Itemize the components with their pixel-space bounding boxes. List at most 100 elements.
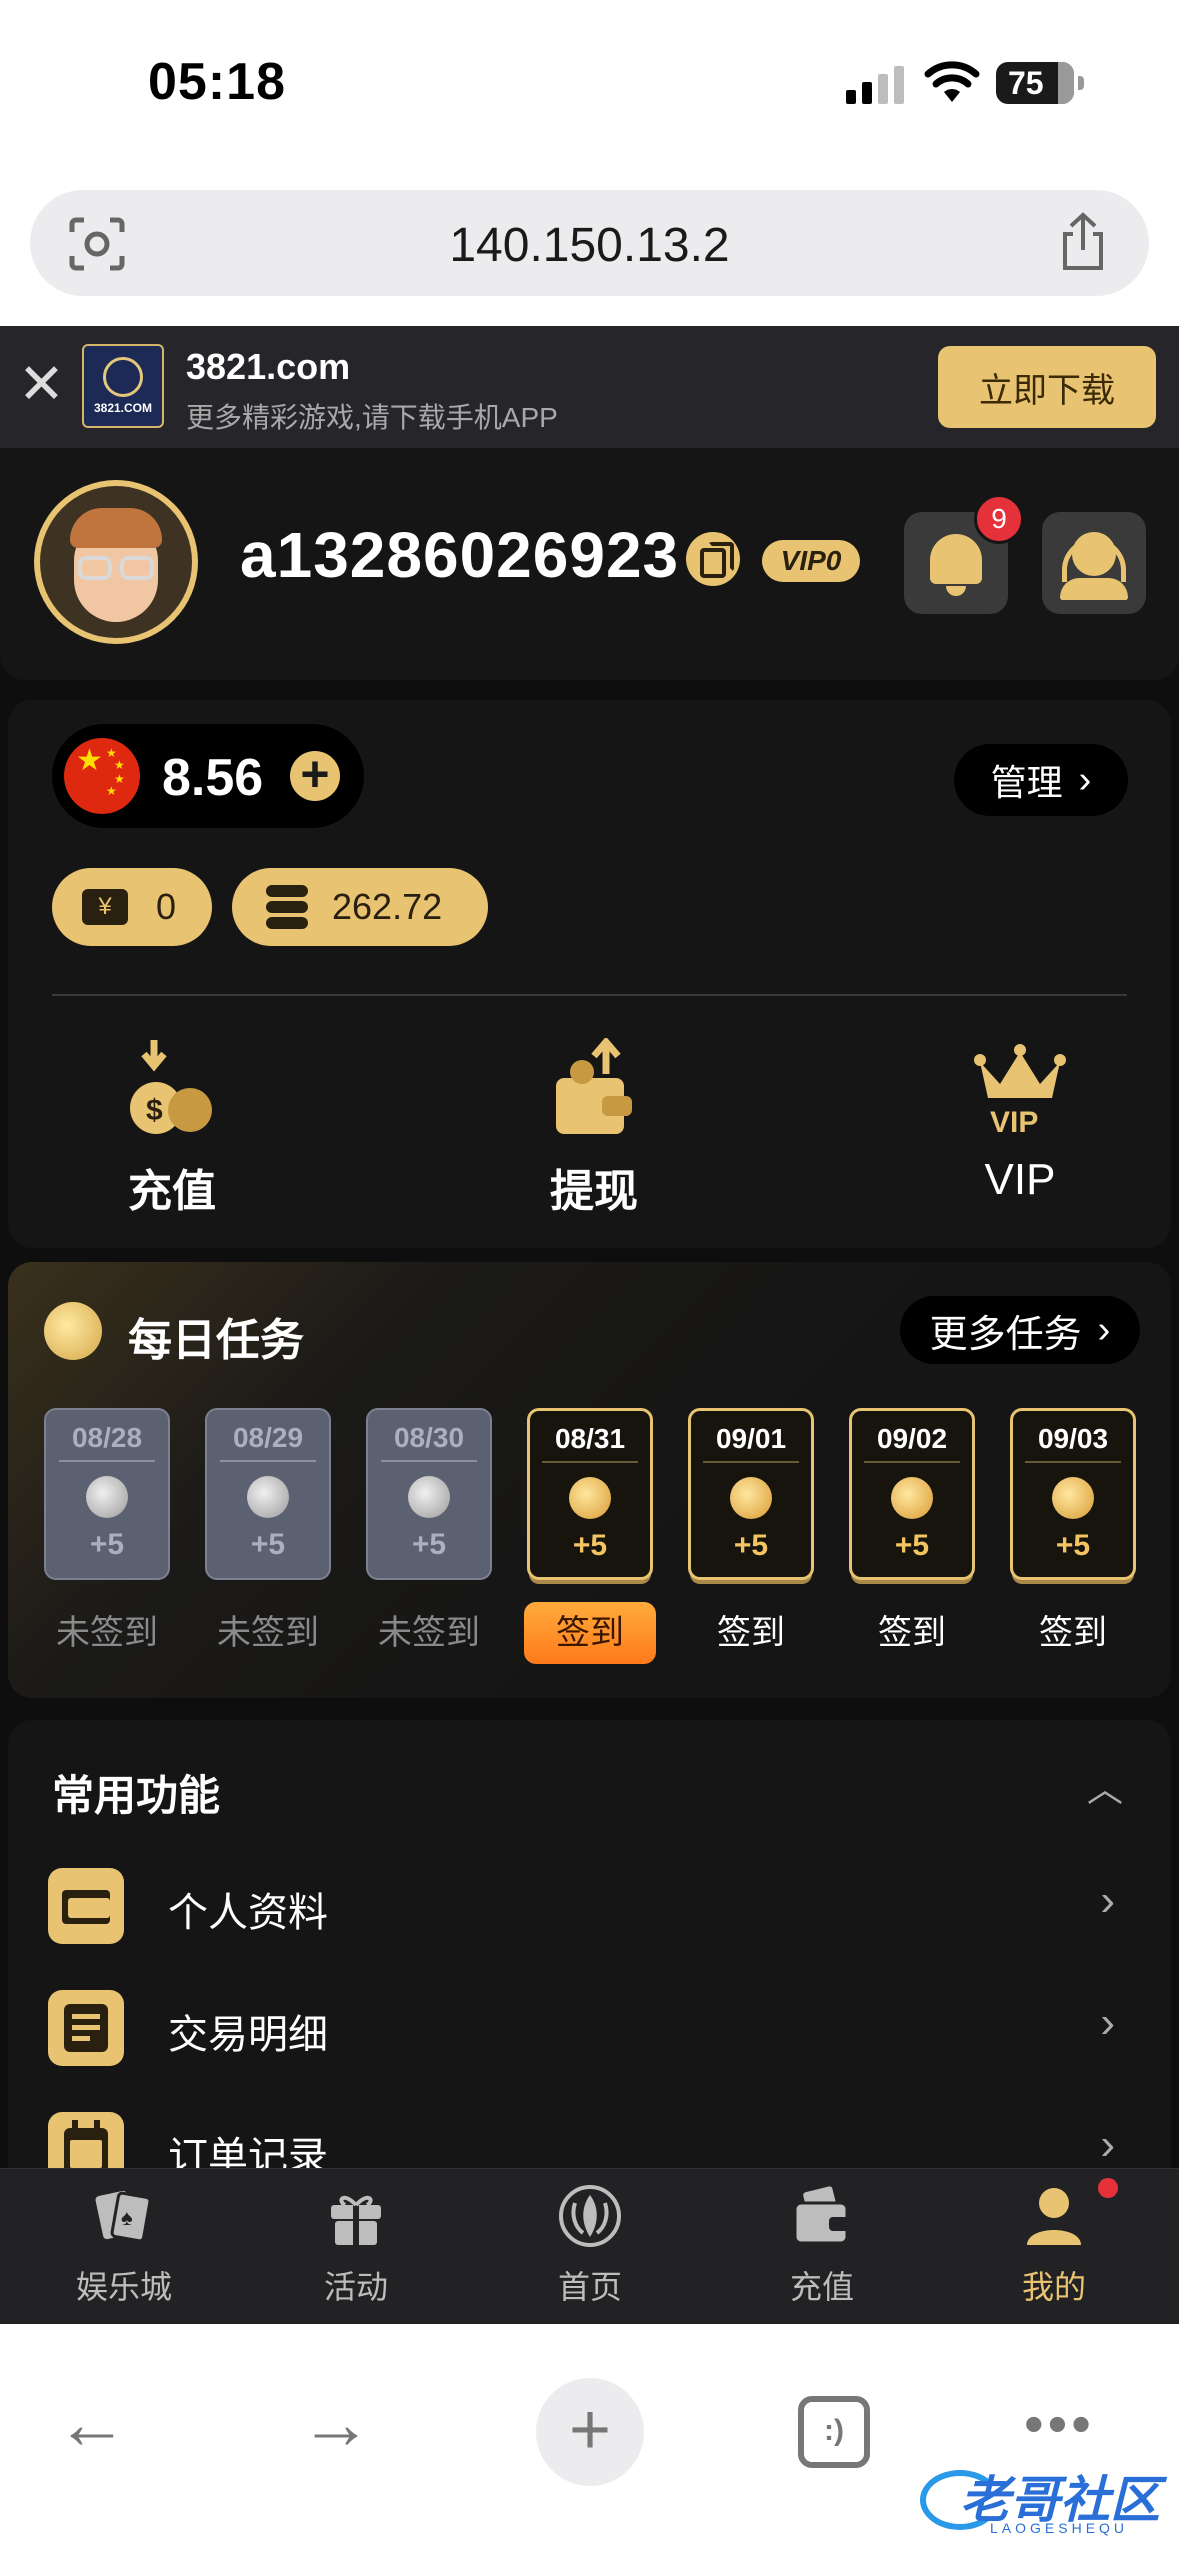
address-bar[interactable]: 140.150.13.2 bbox=[30, 190, 1149, 296]
svg-text:♠: ♠ bbox=[121, 2205, 133, 2230]
share-icon[interactable] bbox=[1057, 212, 1109, 272]
tab-deposit[interactable]: 充值 bbox=[722, 2183, 922, 2313]
coin-icon bbox=[1052, 1477, 1094, 1519]
checkin-day-card: 09/03 +5 bbox=[1010, 1408, 1136, 1580]
copy-icon[interactable] bbox=[686, 532, 740, 586]
battery-icon: 75 bbox=[996, 62, 1074, 104]
watermark-logo: 老哥社区 LAOGESHEQU bbox=[920, 2454, 1170, 2546]
vip-action[interactable]: VIP VIP bbox=[910, 1038, 1130, 1228]
more-tasks-button[interactable]: 更多任务 › bbox=[900, 1296, 1140, 1364]
china-flag-icon[interactable]: ★ ★ ★ ★ ★ bbox=[64, 738, 140, 814]
ticket-balance: 0 bbox=[156, 886, 177, 927]
chevron-up-icon[interactable]: ︿ bbox=[1087, 1760, 1123, 1812]
download-now-button[interactable]: 立即下载 bbox=[938, 346, 1156, 428]
common-functions-card: 常用功能 ︿ 个人资料 › 交易明细 › 订单记录 › bbox=[8, 1720, 1171, 2200]
coin-icon bbox=[569, 1477, 611, 1519]
notification-count-badge: 9 bbox=[974, 494, 1024, 544]
close-icon[interactable]: ✕ bbox=[18, 356, 65, 412]
svg-text:$: $ bbox=[146, 1094, 163, 1127]
checkin-day-card: 09/02 +5 bbox=[849, 1408, 975, 1580]
daily-tasks-title: 每日任务 bbox=[128, 1316, 304, 1365]
app-download-banner: ✕ 3821.COM 3821.com 更多精彩游戏,请下载手机APP 立即下载 bbox=[0, 326, 1179, 448]
wifi-icon bbox=[924, 61, 980, 102]
checkin-status: 未签到 bbox=[378, 1614, 480, 1652]
coin-balance: 262.72 bbox=[332, 886, 443, 927]
coin-stack-icon bbox=[266, 885, 308, 929]
back-arrow-icon[interactable]: ← bbox=[56, 2384, 136, 2484]
vip-label: VIP bbox=[984, 1155, 1056, 1204]
menu-item-profile[interactable]: 个人资料 › bbox=[8, 1850, 1171, 1960]
add-funds-button[interactable]: + bbox=[290, 749, 340, 801]
withdraw-wallet-icon bbox=[556, 1036, 632, 1134]
avatar[interactable] bbox=[34, 480, 198, 644]
checkin-status: 未签到 bbox=[217, 1614, 319, 1652]
bottom-tab-bar: ♠ 娱乐城 活动 首页 充值 我的 bbox=[0, 2168, 1179, 2324]
new-tab-plus-icon[interactable]: + bbox=[536, 2378, 644, 2486]
battery-level: 75 bbox=[1008, 64, 1044, 101]
withdraw-label: 提现 bbox=[550, 1167, 638, 1216]
user-icon bbox=[1027, 2188, 1081, 2245]
coin-sparkle-icon bbox=[44, 1302, 102, 1360]
chevron-right-icon: › bbox=[1078, 758, 1092, 801]
coin-icon bbox=[86, 1476, 128, 1518]
cellular-signal-icon bbox=[846, 64, 904, 104]
profile-header: a13286026923 VIP0 bbox=[0, 448, 1179, 680]
browser-address-area: 140.150.13.2 bbox=[0, 170, 1179, 326]
forward-arrow-icon[interactable]: → bbox=[300, 2384, 380, 2484]
deposit-money-bags-icon: $ bbox=[130, 1040, 212, 1134]
status-bar: 05:18 75 bbox=[0, 0, 1179, 170]
wallet-icon bbox=[793, 2186, 849, 2245]
unread-dot bbox=[1098, 2178, 1118, 2198]
daily-tasks-card: 每日任务 更多任务 › 08/28 +5 08/29 +5 08/30 +5 08… bbox=[8, 1262, 1171, 1698]
chevron-right-icon: › bbox=[1097, 1308, 1111, 1351]
chevron-right-icon: › bbox=[1100, 1998, 1115, 2047]
checkin-day-card: 08/30 +5 bbox=[366, 1408, 492, 1580]
folder-icon bbox=[48, 1868, 124, 1944]
menu-item-transactions[interactable]: 交易明细 › bbox=[8, 1972, 1171, 2082]
ticket-icon: ¥ bbox=[82, 889, 128, 925]
gift-icon bbox=[331, 2195, 381, 2245]
chevron-right-icon: › bbox=[1100, 1876, 1115, 1925]
checkin-status: 签到 bbox=[878, 1614, 946, 1652]
coin-icon bbox=[891, 1477, 933, 1519]
common-functions-title: 常用功能 bbox=[52, 1772, 221, 1819]
checkin-status: 未签到 bbox=[56, 1614, 158, 1652]
banner-site-name: 3821.com bbox=[186, 346, 351, 387]
bell-icon bbox=[930, 534, 982, 584]
clock: 05:18 bbox=[148, 53, 286, 111]
cards-icon: ♠ bbox=[95, 2190, 152, 2243]
checkin-day-card: 08/28 +5 bbox=[44, 1408, 170, 1580]
tab-mine[interactable]: 我的 bbox=[954, 2183, 1154, 2313]
tab-home[interactable]: 首页 bbox=[490, 2183, 690, 2313]
wallet-card: ★ ★ ★ ★ ★ 8.56 + 管理 › ¥ 0 262.72 $ 充值 提现… bbox=[8, 700, 1171, 1248]
checkin-status: 签到 bbox=[1039, 1614, 1107, 1652]
balance-amount: 8.56 bbox=[162, 749, 264, 807]
vip-crown-icon: VIP bbox=[974, 1044, 1066, 1139]
username: a13286026923 bbox=[240, 519, 680, 591]
checkin-day-card: 08/31 +5 bbox=[527, 1408, 653, 1580]
tab-activities[interactable]: 活动 bbox=[256, 2183, 456, 2313]
checkin-status: 签到 bbox=[717, 1614, 785, 1652]
balance-pill: ★ ★ ★ ★ ★ 8.56 + bbox=[52, 724, 364, 828]
chevron-right-icon: › bbox=[1100, 2120, 1115, 2169]
coin-icon bbox=[247, 1476, 289, 1518]
ticket-balance-chip[interactable]: ¥ 0 bbox=[52, 868, 212, 946]
manage-button[interactable]: 管理 › bbox=[954, 744, 1128, 816]
svg-text:VIP: VIP bbox=[990, 1106, 1038, 1138]
checkin-button[interactable]: 签到 bbox=[524, 1602, 656, 1664]
home-logo-icon bbox=[559, 2185, 621, 2247]
withdraw-action[interactable]: 提现 bbox=[484, 1036, 704, 1228]
customer-service-button[interactable] bbox=[1042, 512, 1146, 614]
coin-icon bbox=[408, 1476, 450, 1518]
banner-subtitle: 更多精彩游戏,请下载手机APP bbox=[186, 402, 558, 433]
tab-casino[interactable]: ♠ 娱乐城 bbox=[24, 2183, 224, 2313]
deposit-action[interactable]: $ 充值 bbox=[62, 1038, 282, 1228]
vip-level-badge: VIP0 bbox=[762, 540, 860, 582]
checkin-day-card: 09/01 +5 bbox=[688, 1408, 814, 1580]
tabs-switcher-icon[interactable]: :) bbox=[798, 2396, 870, 2468]
document-list-icon bbox=[48, 1990, 124, 2066]
coin-icon bbox=[730, 1477, 772, 1519]
url-text[interactable]: 140.150.13.2 bbox=[30, 218, 1149, 273]
site-logo: 3821.COM bbox=[82, 344, 164, 428]
coin-balance-chip[interactable]: 262.72 bbox=[232, 868, 488, 946]
